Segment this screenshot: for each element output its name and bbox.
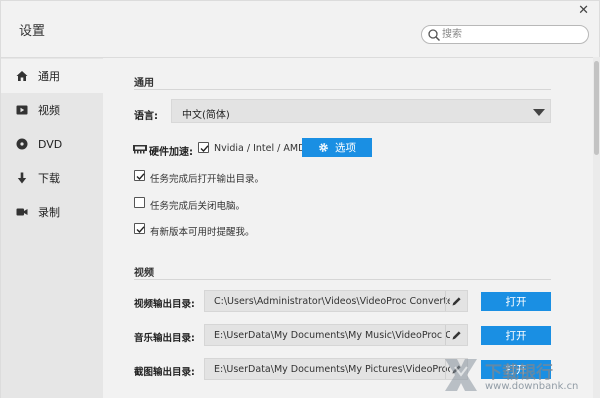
pencil-icon bbox=[452, 296, 461, 305]
gear-icon bbox=[319, 143, 328, 152]
options-button[interactable]: 选项 bbox=[302, 138, 372, 157]
hardware-accel-label: 硬件加速: bbox=[149, 147, 193, 158]
pencil-icon bbox=[452, 330, 461, 339]
path-value: E:\UserData\My Documents\My Music\VideoP… bbox=[214, 330, 450, 341]
watermark-logo-icon bbox=[445, 359, 477, 391]
open-output-dir-checkbox[interactable] bbox=[134, 170, 145, 181]
watermark: 下载银行 www.downbank.cn bbox=[441, 353, 599, 397]
shutdown-checkbox[interactable] bbox=[134, 197, 145, 208]
sidebar-item-download[interactable]: 下载 bbox=[1, 161, 103, 195]
language-select[interactable]: 中文(简体) bbox=[171, 99, 551, 123]
checkbox-label: 任务完成后打开输出目录。 bbox=[150, 174, 265, 185]
checkbox-label: 有新版本可用时提醒我。 bbox=[150, 227, 255, 238]
update-reminder-checkbox[interactable] bbox=[134, 223, 145, 234]
check-icon bbox=[136, 226, 145, 234]
check-icon bbox=[200, 145, 209, 153]
section-divider bbox=[134, 279, 551, 280]
sidebar-item-dvd[interactable]: DVD bbox=[1, 127, 103, 161]
gpu-icon bbox=[133, 145, 147, 154]
scrollbar-thumb[interactable] bbox=[594, 61, 599, 155]
search-icon bbox=[428, 29, 441, 42]
window-title: 设置 bbox=[19, 24, 46, 39]
chevron-down-icon bbox=[533, 109, 545, 116]
language-value: 中文(简体) bbox=[182, 110, 230, 121]
check-icon bbox=[136, 173, 145, 181]
settings-content: 通用 语言: 中文(简体) 硬件加速: Nvidia / Intel / AMD bbox=[103, 57, 593, 398]
open-video-dir-button[interactable]: 打开 bbox=[481, 292, 551, 311]
path-value: C:\Users\Administrator\Videos\VideoProc … bbox=[214, 296, 450, 307]
section-title-video: 视频 bbox=[134, 268, 154, 279]
watermark-text: 下载银行 bbox=[485, 363, 553, 383]
sidebar-item-label: 视频 bbox=[38, 104, 60, 117]
hardware-accel-checkbox[interactable] bbox=[198, 142, 209, 153]
open-music-dir-button[interactable]: 打开 bbox=[481, 326, 551, 345]
snapshot-output-label: 截图输出目录: bbox=[134, 367, 195, 378]
download-icon bbox=[17, 172, 27, 184]
sidebar: 通用 视频 DVD 下载 录制 bbox=[1, 57, 103, 398]
camera-icon bbox=[16, 208, 28, 216]
section-title-general: 通用 bbox=[134, 78, 154, 89]
disc-icon bbox=[16, 138, 28, 150]
home-icon bbox=[16, 71, 28, 81]
sidebar-item-label: 通用 bbox=[38, 70, 60, 83]
video-output-label: 视频输出目录: bbox=[134, 299, 195, 310]
settings-window: 设置 ✕ 通用 视频 DVD bbox=[0, 0, 600, 398]
sidebar-item-label: 下载 bbox=[38, 172, 60, 185]
hardware-accel-option-text: Nvidia / Intel / AMD bbox=[214, 143, 306, 154]
sidebar-item-label: DVD bbox=[38, 137, 63, 151]
sidebar-item-record[interactable]: 录制 bbox=[1, 195, 103, 229]
music-output-label: 音乐输出目录: bbox=[134, 333, 195, 344]
video-icon bbox=[16, 105, 28, 115]
section-divider bbox=[134, 89, 551, 90]
search-box[interactable] bbox=[421, 25, 589, 44]
sidebar-item-video[interactable]: 视频 bbox=[1, 93, 103, 127]
search-input[interactable] bbox=[442, 27, 582, 42]
edit-path-button[interactable] bbox=[445, 291, 467, 311]
language-label: 语言: bbox=[134, 111, 158, 122]
snapshot-output-path-field[interactable]: E:\UserData\My Documents\My Pictures\Vid… bbox=[204, 358, 468, 380]
sidebar-item-general[interactable]: 通用 bbox=[1, 59, 103, 93]
watermark-url: www.downbank.cn bbox=[485, 381, 579, 392]
checkbox-label: 任务完成后关闭电脑。 bbox=[150, 201, 246, 212]
options-button-label: 选项 bbox=[335, 142, 356, 154]
close-icon[interactable]: ✕ bbox=[578, 4, 589, 18]
edit-path-button[interactable] bbox=[445, 325, 467, 345]
sidebar-item-label: 录制 bbox=[38, 206, 60, 219]
path-value: E:\UserData\My Documents\My Pictures\Vid… bbox=[214, 364, 450, 375]
music-output-path-field[interactable]: E:\UserData\My Documents\My Music\VideoP… bbox=[204, 324, 468, 346]
video-output-path-field[interactable]: C:\Users\Administrator\Videos\VideoProc … bbox=[204, 290, 468, 312]
